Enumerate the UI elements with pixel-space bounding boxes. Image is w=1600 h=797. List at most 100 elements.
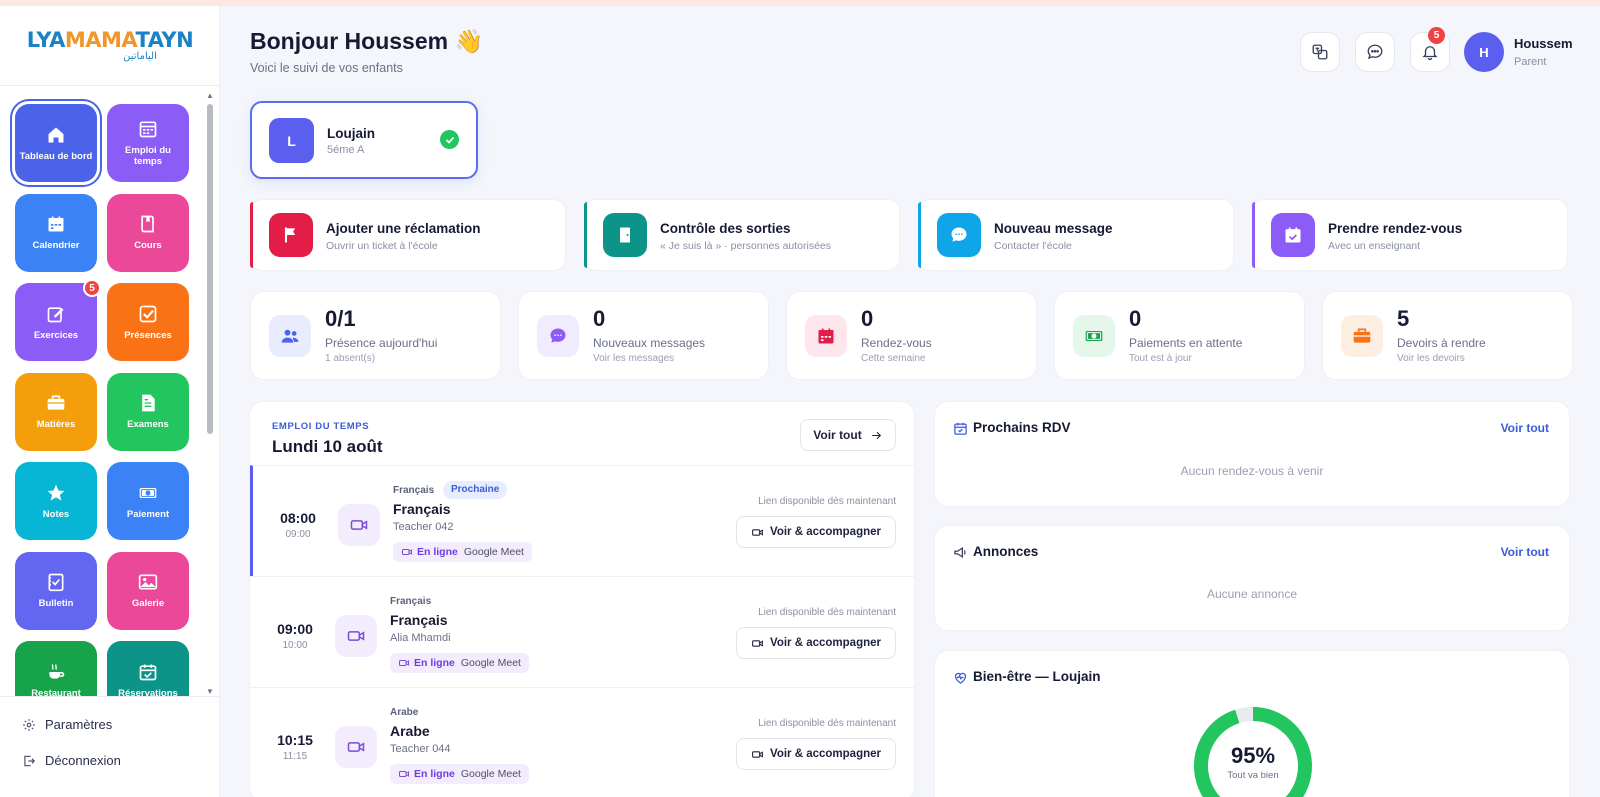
- schedule-row: 08:00 09:00 Français Prochaine Français Teach…: [250, 465, 914, 576]
- sidebar-item-4[interactable]: Cours: [107, 193, 189, 272]
- stat-value: 0/1: [325, 306, 356, 331]
- flag-icon: [284, 227, 296, 243]
- sidebar-item-2[interactable]: Emploi du temps: [107, 104, 189, 182]
- logout-label: Déconnexion: [45, 753, 121, 768]
- sidebar-item-5[interactable]: Exercices 5: [15, 279, 101, 361]
- sidebar-item-8[interactable]: Examens: [107, 372, 189, 451]
- stat-sub: Voir les messages: [593, 353, 675, 364]
- stat-label: Présence aujourd'hui: [325, 336, 438, 350]
- child-name: Loujain: [327, 126, 375, 141]
- stat-icon-box: [537, 315, 579, 357]
- start-time: 09:00: [277, 621, 313, 637]
- schedule-view-all-button[interactable]: Voir tout: [800, 419, 896, 451]
- subject-small: Français: [390, 596, 432, 607]
- sidebar-item-9[interactable]: Notes: [15, 462, 97, 540]
- stat-value: 5: [1397, 306, 1410, 331]
- sidebar-item-label: Calendrier: [32, 240, 80, 251]
- settings-link[interactable]: Paramètres: [22, 717, 112, 732]
- subject-small: Arabe: [390, 707, 419, 718]
- subject-title: Français: [393, 501, 451, 517]
- sidebar-scrollbar[interactable]: ▲ ▼: [205, 92, 215, 696]
- announcements-title: Annonces: [973, 544, 1039, 559]
- scroll-thumb[interactable]: [207, 104, 213, 434]
- mode-label: En ligne: [417, 546, 458, 558]
- sidebar-item-3[interactable]: Calendrier: [15, 193, 97, 272]
- sidebar-item-1[interactable]: Tableau de bord: [15, 104, 97, 182]
- quick-action-card[interactable]: Prendre rendez-vous Avec un enseignant: [1252, 199, 1568, 271]
- availability-text: Lien disponible dès maintenant: [758, 496, 896, 507]
- sidebar-item-11[interactable]: Bulletin: [15, 551, 97, 630]
- sidebar-item-13[interactable]: Restaurant: [15, 641, 97, 696]
- wellbeing-title: Bien-être — Loujain: [973, 669, 1101, 684]
- chat-icon: [951, 227, 967, 242]
- calendar-icon: [48, 216, 64, 232]
- end-time: 09:00: [285, 529, 311, 540]
- sidebar-item-14[interactable]: Réservations: [107, 641, 189, 696]
- child-selector-card[interactable]: L Loujain 5éme A: [250, 101, 478, 179]
- bell-icon: [1422, 46, 1438, 61]
- join-class-button[interactable]: Voir & accompagner: [736, 627, 896, 659]
- appointments-view-all-link[interactable]: Voir tout: [1501, 421, 1549, 435]
- platform-label: Google Meet: [460, 657, 521, 669]
- announcements-view-all-link[interactable]: Voir tout: [1501, 545, 1549, 559]
- join-class-label: Voir & accompagner: [770, 637, 881, 649]
- sidebar-item-label: Galerie: [131, 598, 165, 609]
- quick-action-icon-box: [1271, 213, 1315, 257]
- book-icon: [141, 215, 154, 233]
- sidebar-footer: Paramètres Déconnexion: [0, 696, 220, 797]
- top-accent-line: [0, 0, 1600, 6]
- stat-value: 0: [593, 306, 606, 331]
- calendar-icon: [818, 328, 834, 344]
- video-icon: [402, 549, 412, 555]
- child-avatar: L: [269, 118, 314, 163]
- quick-action-title: Contrôle des sorties: [660, 221, 791, 236]
- sidebar-menu: Tableau de bord Emploi du temps Calendrier…: [0, 92, 204, 696]
- join-class-button[interactable]: Voir & accompagner: [736, 516, 896, 548]
- video-icon-box: [338, 504, 380, 546]
- quick-action-title: Ajouter une réclamation: [326, 221, 481, 236]
- notifications-button[interactable]: 5: [1410, 27, 1450, 72]
- join-class-button[interactable]: Voir & accompagner: [736, 738, 896, 770]
- user-role: Parent: [1514, 56, 1547, 68]
- quick-action-card[interactable]: Ajouter une réclamation Ouvrir un ticket …: [250, 199, 566, 271]
- schedule-row: 10:15 11:15 Arabe Arabe Teacher 044 En ligne G…: [250, 687, 914, 797]
- gear-icon: [23, 718, 35, 731]
- translate-button[interactable]: [1300, 32, 1340, 72]
- stat-sub: 1 absent(s): [325, 353, 376, 364]
- sidebar-item-7[interactable]: Matières: [15, 372, 97, 451]
- sidebar-item-12[interactable]: Galerie: [107, 551, 189, 630]
- chat-icon: [1367, 44, 1383, 60]
- announcements-empty-text: Aucune annonce: [1206, 587, 1298, 601]
- messages-button[interactable]: [1355, 32, 1395, 72]
- stat-card[interactable]: 0 Rendez-vous Cette semaine: [786, 291, 1037, 380]
- logo-wordmark: LYAMAMATAYN: [26, 27, 194, 52]
- quick-action-card[interactable]: Contrôle des sorties « Je suis là » · per…: [584, 199, 900, 271]
- briefcase-icon: [1353, 328, 1371, 343]
- user-avatar[interactable]: H: [1464, 32, 1504, 72]
- page-title: Bonjour Houssem 👋: [250, 28, 484, 54]
- quick-action-title: Nouveau message: [994, 221, 1113, 236]
- stat-card[interactable]: 5 Devoirs à rendre Voir les devoirs: [1322, 291, 1573, 380]
- logout-link[interactable]: Déconnexion: [22, 753, 121, 768]
- brand-logo[interactable]: LYAMAMATAYN الياماتين: [0, 6, 220, 86]
- scroll-up-arrow[interactable]: ▲: [206, 92, 214, 100]
- stat-card[interactable]: 0 Nouveaux messages Voir les messages: [518, 291, 769, 380]
- scroll-down-arrow[interactable]: ▼: [206, 688, 214, 696]
- quick-action-subtitle: « Je suis là » · personnes autorisées: [660, 240, 832, 252]
- calendar-check-icon: [1285, 227, 1301, 243]
- end-time: 10:00: [282, 640, 308, 651]
- quick-action-card[interactable]: Nouveau message Contacter l'école: [918, 199, 1234, 271]
- sidebar-item-label: Bulletin: [38, 598, 74, 609]
- subject-title: Français: [390, 612, 448, 628]
- child-class: 5éme A: [327, 144, 365, 156]
- stat-sub: Cette semaine: [861, 353, 926, 364]
- stat-icon-box: [805, 315, 847, 357]
- stat-card[interactable]: 0/1 Présence aujourd'hui 1 absent(s): [250, 291, 501, 380]
- stat-card[interactable]: 0 Paiements en attente Tout est à jour: [1054, 291, 1305, 380]
- megaphone-icon: [954, 546, 966, 559]
- sidebar-item-10[interactable]: Paiement: [107, 462, 189, 540]
- sidebar-item-6[interactable]: Présences: [107, 283, 189, 361]
- card-accent: [584, 202, 587, 268]
- quick-action-title: Prendre rendez-vous: [1328, 221, 1463, 236]
- sidebar-item-label: Tableau de bord: [19, 150, 93, 162]
